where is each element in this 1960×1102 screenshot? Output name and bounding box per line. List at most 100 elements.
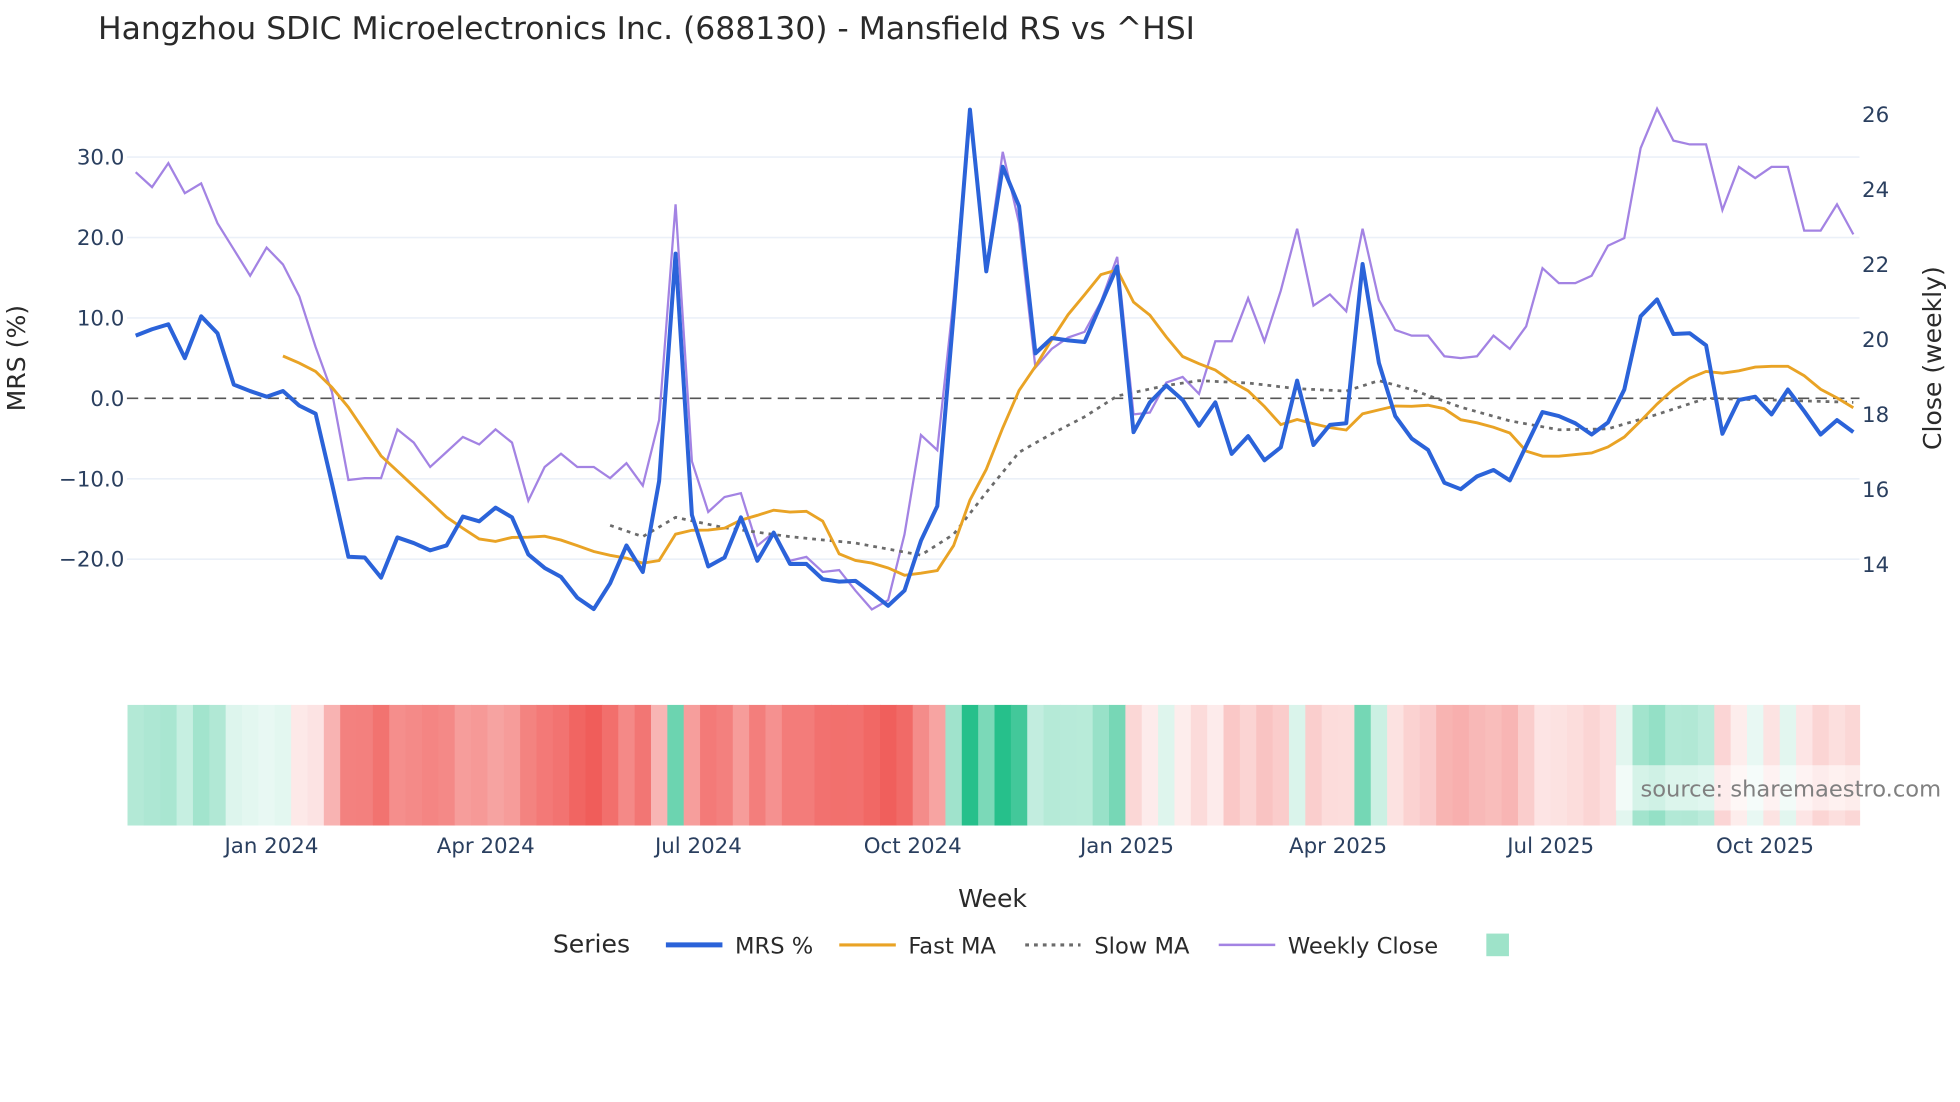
y-right-tick-label: 26 [1862,103,1889,128]
y-left-tick-label: 20.0 [77,226,125,251]
legend-fast-ma[interactable]: Fast MA [908,934,996,960]
heatmap-cell [421,704,439,826]
y-left-tick-label: −20.0 [59,548,124,573]
mrs-heatmap [127,704,1861,826]
heatmap-cell [471,704,489,826]
heatmap-cell [650,704,668,826]
heatmap-cell [1239,704,1257,826]
heatmap-cell [438,704,456,826]
heatmap-cell [1092,704,1110,826]
heatmap-cell [781,704,799,826]
heatmap-cell [585,704,603,826]
heatmap-cell [1534,704,1552,826]
heatmap-cell [1109,704,1127,826]
heatmap-cell [1272,704,1290,826]
legend-weekly-close[interactable]: Weekly Close [1288,934,1438,960]
heatmap-cell [405,704,423,826]
legend-mrs[interactable]: MRS % [735,934,813,960]
heatmap-cell [929,704,947,826]
heatmap-cell [520,704,538,826]
heatmap-cell [1452,704,1470,826]
x-tick-label: Jul 2024 [653,834,742,859]
heatmap-cell [143,704,161,826]
heatmap-cell [798,704,816,826]
heatmap-cell [716,704,734,826]
heatmap-cell [1076,704,1094,826]
x-tick-label: Jan 2024 [222,834,318,859]
y-axis-left-label: MRS (%) [2,305,31,411]
x-tick-label: Oct 2024 [864,834,962,859]
x-tick-label: Jan 2025 [1078,834,1174,859]
heatmap-cell [683,704,701,826]
heatmap-cell [1338,704,1356,826]
heatmap-cell [1485,704,1503,826]
heatmap-cell [1059,704,1077,826]
weekly-close-line [134,106,1855,611]
y-left-tick-label: 30.0 [77,146,125,171]
heatmap-cell [814,704,832,826]
heatmap-cell [1550,704,1568,826]
heatmap-cell [487,704,505,826]
y-right-tick-label: 16 [1862,478,1889,503]
heatmap-cell [667,704,685,826]
heatmap-cell [1501,704,1519,826]
heatmap-cell [209,704,227,826]
heatmap-cell [569,704,587,826]
heatmap-cell [1419,704,1437,826]
heatmap-cell [1190,704,1208,826]
heatmap-cell [732,704,750,826]
heatmap-cell [1010,704,1028,826]
y-left-tick-label: −10.0 [59,467,124,492]
legend-swatch-heatmap[interactable] [1486,933,1509,957]
heatmap-cell [994,704,1012,826]
heatmap-cell [618,704,636,826]
heatmap-cell [307,704,325,826]
heatmap-cell [945,704,963,826]
mrs-chart: Hangzhou SDIC Microelectronics Inc. (688… [2,11,1947,960]
y-axis-right-label: Close (weekly) [1918,266,1947,450]
heatmap-cell [389,704,407,826]
y-right-tick-label: 14 [1862,553,1889,578]
y-right-tick-label: 24 [1862,178,1889,203]
heatmap-cell [1321,704,1339,826]
heatmap-cell [830,704,848,826]
x-tick-label: Oct 2025 [1716,834,1814,859]
heatmap-cell [1403,704,1421,826]
heatmap-cell [1125,704,1143,826]
legend-slow-ma[interactable]: Slow MA [1094,934,1190,960]
heatmap-cell [1387,704,1405,826]
heatmap-cell [1517,704,1535,826]
legend: Series MRS % Fast MA Slow MA Weekly Clos… [553,929,1509,960]
heatmap-cell [1468,704,1486,826]
heatmap-cell [961,704,979,826]
y-right-tick-label: 22 [1862,253,1889,278]
heatmap-cell [880,704,897,826]
heatmap-cell [1027,704,1045,826]
heatmap-cell [1583,704,1601,826]
heatmap-cell [1158,704,1176,826]
heatmap-cell [700,704,718,826]
heatmap-cell [242,704,260,826]
heatmap-cell [912,704,930,826]
heatmap-cell [765,704,783,826]
legend-title: Series [553,929,630,958]
heatmap-cell [601,704,619,826]
x-tick-label: Apr 2025 [1289,834,1387,859]
heatmap-cell [1436,704,1454,826]
heatmap-cell [863,704,881,826]
watermark: source: sharemaestro.com [1640,777,1941,803]
heatmap-cell [127,704,145,826]
heatmap-cell [340,704,358,826]
heatmap-cell [372,704,390,826]
heatmap-cell [258,704,276,826]
x-tick-label: Jul 2025 [1505,834,1594,859]
heatmap-cell [1256,704,1274,826]
heatmap-cell [1174,704,1192,826]
heatmap-cell [847,704,865,826]
heatmap-cell [634,704,652,826]
heatmap-cell [192,704,210,826]
heatmap-cell [323,704,341,826]
y-right-tick-label: 18 [1862,403,1889,428]
heatmap-cell [1043,704,1061,826]
heatmap-cell [1567,704,1585,826]
